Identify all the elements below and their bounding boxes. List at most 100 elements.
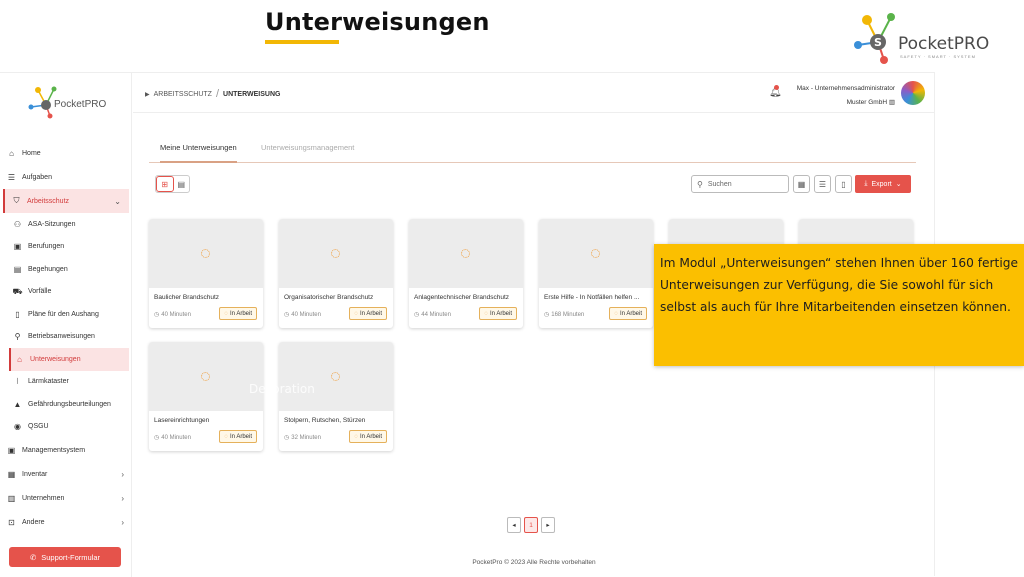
clock-icon: ◷	[154, 312, 160, 318]
people-icon: ⚇	[13, 219, 22, 229]
sidebar-item-unternehmen[interactable]: ▥ Unternehmen ›	[0, 486, 132, 510]
slide-title: Unterweisungen	[265, 8, 490, 36]
sidebar-item-label: Home	[22, 149, 41, 157]
card-title: Baulicher Brandschutz	[154, 294, 220, 301]
clock-icon: ◷	[544, 312, 550, 318]
filter-button[interactable]: ☰	[814, 175, 831, 193]
sidebar-item-berufungen[interactable]: ▣ Berufungen	[0, 236, 132, 259]
sidebar-item-andere[interactable]: ⊡ Andere ›	[0, 510, 132, 534]
sidebar-item-betriebsanweisungen[interactable]: ⚲ Betriebsanweisungen	[0, 326, 132, 349]
info-callout: Im Modul „Unterweisungen“ stehen Ihnen ü…	[654, 244, 1024, 366]
chevron-down-icon: ⌄	[114, 196, 121, 206]
company-name: Muster GmbH ▥	[846, 99, 895, 106]
notification-dot	[774, 85, 779, 90]
pagination: ◂ 1 ▸	[507, 517, 555, 533]
card-title: Organisatorischer Brandschutz	[284, 294, 374, 301]
search-icon: ⚲	[697, 179, 703, 189]
loading-spinner-icon	[461, 249, 470, 258]
sidebar-item-asa-sitzungen[interactable]: ⚇ ASA-Sitzungen	[0, 213, 132, 236]
brand-logo: S PocketPRO SAFETY · SMART · SYSTEM	[850, 12, 990, 67]
decoration-watermark: Decoration	[249, 382, 315, 396]
status-badge: ◌ In Arbeit	[219, 430, 257, 443]
chevron-down-icon: ⌄	[895, 181, 902, 188]
loading-spinner-icon	[201, 249, 210, 258]
list-view-icon[interactable]: ▤	[174, 176, 190, 192]
tab-meine-unterweisungen[interactable]: Meine Unterweisungen	[160, 143, 237, 163]
building-icon: ▥	[7, 493, 16, 503]
brand-name: PocketPRO	[898, 34, 990, 54]
next-page-button[interactable]: ▸	[541, 517, 555, 533]
sidebar-item-label: Vorfälle	[28, 288, 52, 296]
calendar-icon: ▦	[797, 179, 806, 189]
course-card[interactable]: Organisatorischer Brandschutz ◷ 40 Minute…	[279, 219, 393, 328]
clock-icon: ◷	[154, 435, 160, 441]
warning-icon: ▲	[13, 399, 22, 409]
card-thumbnail	[149, 219, 263, 288]
notification-bell-icon[interactable]: 🔔︎	[769, 85, 782, 98]
title-underline	[265, 40, 339, 44]
card-thumbnail	[279, 219, 393, 288]
user-instruction-icon: ⚲	[14, 332, 21, 342]
sidebar-item-managementsystem[interactable]: ▣ Managementsystem	[0, 438, 132, 462]
sidebar-item-inventar[interactable]: ▦ Inventar ›	[0, 462, 132, 486]
progress-icon: ◌	[224, 310, 228, 317]
search-input[interactable]: ⚲ Suchen	[691, 175, 789, 193]
course-card[interactable]: Erste Hilfe - In Notfällen helfen ... ◷ 1…	[539, 219, 653, 328]
graduation-cap-icon: ⌂	[17, 354, 22, 364]
status-badge: ◌ In Arbeit	[609, 307, 647, 320]
course-card[interactable]: Lasereinrichtungen ◷ 40 Minuten ◌ In Arbei…	[149, 342, 263, 451]
calendar-button[interactable]: ▦	[793, 175, 810, 193]
user-name: Max - Unternehmensadministrator	[796, 85, 895, 92]
export-label: Export	[871, 180, 892, 188]
grid-view-icon[interactable]: ⊞	[156, 176, 174, 192]
sound-wave-icon: ⦚	[16, 376, 19, 386]
sidebar-item-label: Berufungen	[28, 243, 65, 251]
avatar[interactable]	[901, 81, 925, 105]
sidebar-item-aufgaben[interactable]: ☰ Aufgaben	[0, 165, 132, 189]
course-card[interactable]: Anlagentechnischer Brandschutz ◷ 44 Minut…	[409, 219, 523, 328]
sidebar-item-label: Arbeitsschutz	[27, 197, 70, 205]
course-card[interactable]: Stolpern, Rutschen, Stürzen ◷ 32 Minuten …	[279, 342, 393, 451]
loading-spinner-icon	[591, 249, 600, 258]
sidebar-item-label: Gefährdungsbeurteilungen	[28, 400, 111, 408]
prev-page-button[interactable]: ◂	[507, 517, 521, 533]
card-title: Lasereinrichtungen	[154, 417, 210, 424]
status-badge: ◌ In Arbeit	[349, 307, 387, 320]
sidebar-item-vorfaelle[interactable]: ⛟ Vorfälle	[0, 281, 132, 304]
shield-icon: ⛉	[13, 196, 20, 205]
sidebar-item-home[interactable]: ⌂ Home	[0, 141, 132, 165]
id-badge-icon: ▣	[13, 242, 22, 252]
sidebar-item-label: Betriebsanweisungen	[28, 333, 95, 341]
course-card[interactable]: Baulicher Brandschutz ◷ 40 Minuten ◌ In Ar…	[149, 219, 263, 328]
user-info[interactable]: Max - Unternehmensadministrator Muster G…	[797, 82, 895, 110]
sidebar-item-unterweisungen[interactable]: ⌂ Unterweisungen	[9, 348, 129, 371]
sidebar-item-qsgu[interactable]: ◉ QSGU	[0, 416, 132, 439]
sidebar-logo[interactable]: PocketPRO	[26, 85, 110, 119]
sidebar-item-gefaehrdungsbeurteilungen[interactable]: ▲ Gefährdungsbeurteilungen	[0, 393, 132, 416]
export-button[interactable]: ⤓ Export ⌄	[855, 175, 911, 193]
sidebar-item-label: Unternehmen	[22, 494, 65, 502]
sidebar-item-laermkataster[interactable]: ⦚ Lärmkataster	[0, 371, 132, 394]
sidebar: PocketPRO ⌂ Home ☰ Aufgaben ⛉ Arbeitsschutz…	[0, 73, 132, 577]
progress-icon: ◌	[354, 310, 358, 317]
footer: PocketPro © 2023 Alle Rechte vorbehalten	[472, 559, 596, 566]
card-title: Anlagentechnischer Brandschutz	[414, 294, 510, 301]
download-icon: ⤓	[864, 180, 868, 187]
sidebar-item-plaene[interactable]: ▯ Pläne für den Aushang	[0, 303, 132, 326]
sidebar-item-label: Managementsystem	[22, 446, 86, 454]
document-button[interactable]: ▯	[835, 175, 852, 193]
sidebar-item-label: Begehungen	[28, 265, 68, 273]
loading-spinner-icon	[331, 372, 340, 381]
breadcrumb-parent[interactable]: ARBEITSSCHUTZ	[154, 91, 212, 98]
status-badge: ◌ In Arbeit	[479, 307, 517, 320]
support-form-button[interactable]: ✆ Support-Formular	[9, 547, 121, 567]
inventory-icon: ▦	[7, 469, 16, 479]
sidebar-item-arbeitsschutz[interactable]: ⛉ Arbeitsschutz ⌄	[3, 189, 129, 213]
card-duration: ◷ 40 Minuten	[154, 434, 191, 442]
clock-icon: ◷	[284, 312, 290, 318]
page-number[interactable]: 1	[524, 517, 538, 533]
tab-unterweisungsmanagement[interactable]: Unterweisungsmanagement	[261, 143, 354, 152]
card-title: Stolpern, Rutschen, Stürzen	[284, 417, 366, 424]
document-icon: ▯	[15, 309, 20, 319]
sidebar-item-begehungen[interactable]: ▤ Begehungen	[0, 258, 132, 281]
